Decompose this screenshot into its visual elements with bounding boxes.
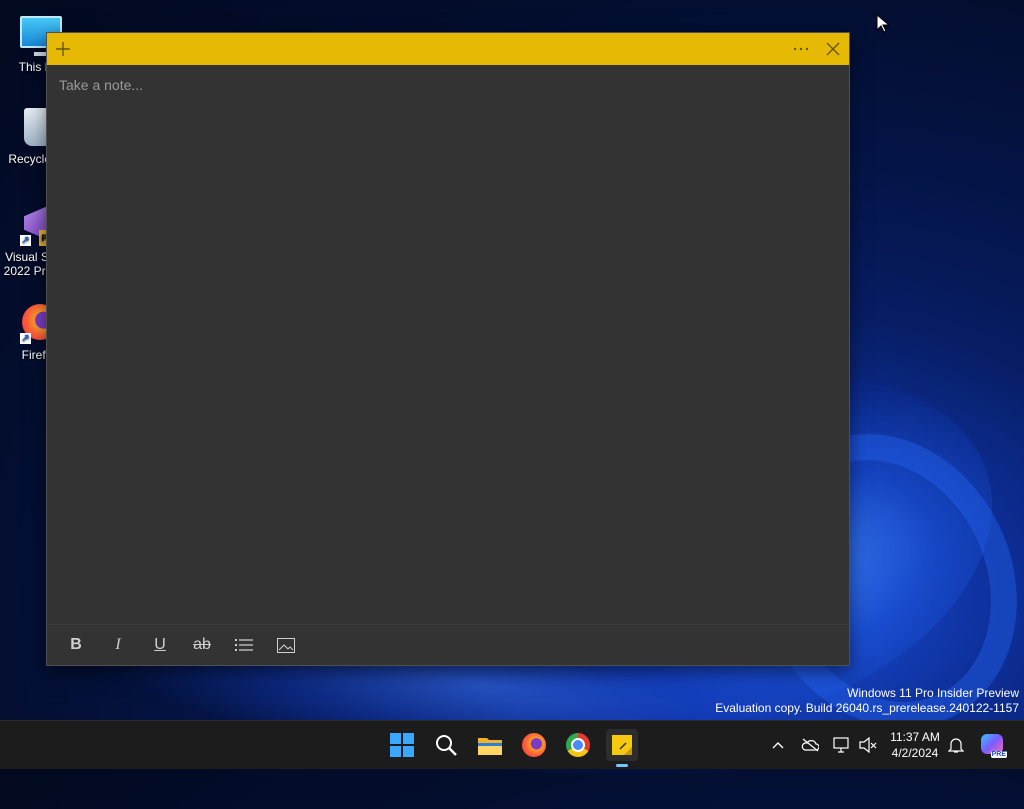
italic-button[interactable]: I — [97, 629, 139, 661]
note-text-input[interactable] — [59, 77, 837, 93]
formatting-toolbar: B I U ab — [47, 624, 849, 665]
taskbar-clock[interactable]: 11:37 AM 4/2/2024 — [880, 729, 950, 761]
note-title-bar[interactable] — [47, 33, 849, 65]
sticky-notes-icon — [612, 735, 632, 755]
note-body — [47, 65, 849, 625]
chrome-icon — [566, 733, 590, 757]
start-button[interactable] — [386, 729, 418, 761]
clock-time: 11:37 AM — [890, 730, 940, 744]
menu-button[interactable] — [785, 33, 817, 65]
list-icon — [235, 639, 253, 651]
plus-icon — [56, 42, 70, 56]
mouse-cursor-icon — [876, 14, 890, 33]
volume-muted-icon — [859, 737, 877, 753]
network-icon — [833, 737, 849, 753]
volume-tray[interactable] — [858, 735, 878, 755]
taskbar: 11:37 AM 4/2/2024 PRE — [0, 720, 1024, 769]
search-icon — [436, 735, 457, 756]
shortcut-arrow-icon: ↗ — [20, 235, 31, 246]
bold-button[interactable]: B — [55, 629, 97, 661]
taskbar-chrome[interactable] — [562, 729, 594, 761]
copilot-preview-badge: PRE — [990, 751, 1007, 758]
network-tray[interactable] — [832, 735, 852, 755]
image-icon — [277, 637, 295, 653]
clock-date: 4/2/2024 — [891, 746, 939, 760]
chevron-up-icon — [772, 742, 784, 749]
taskbar-sticky-notes[interactable] — [606, 729, 638, 767]
watermark-build: Evaluation copy. Build 26040.rs_prerelea… — [715, 701, 1019, 715]
bell-icon — [948, 738, 964, 753]
copilot-button[interactable]: PRE — [980, 734, 1007, 758]
strikethrough-button[interactable]: ab — [181, 629, 223, 661]
close-icon — [826, 42, 840, 56]
insert-image-button[interactable] — [265, 629, 307, 661]
bullets-button[interactable] — [223, 629, 265, 661]
show-hidden-icons-button[interactable] — [768, 735, 788, 755]
watermark-edition: Windows 11 Pro Insider Preview — [847, 686, 1019, 700]
taskbar-firefox[interactable] — [518, 729, 550, 761]
sticky-note-window: B I U ab — [47, 33, 849, 665]
underline-button[interactable]: U — [139, 629, 181, 661]
windows-logo-icon — [390, 733, 414, 757]
folder-icon — [478, 738, 502, 755]
notifications-button[interactable] — [946, 735, 966, 755]
search-button[interactable] — [430, 729, 462, 761]
new-note-button[interactable] — [47, 33, 79, 65]
close-note-button[interactable] — [817, 33, 849, 65]
taskbar-file-explorer[interactable] — [474, 729, 506, 761]
more-icon — [793, 47, 809, 51]
shortcut-arrow-icon: ↗ — [20, 333, 31, 344]
active-app-indicator — [616, 764, 628, 767]
onedrive-offline-icon — [801, 738, 819, 752]
firefox-icon — [522, 733, 546, 757]
onedrive-tray[interactable] — [800, 735, 820, 755]
build-watermark: Windows 11 Pro Insider Preview Evaluatio… — [715, 686, 1019, 716]
